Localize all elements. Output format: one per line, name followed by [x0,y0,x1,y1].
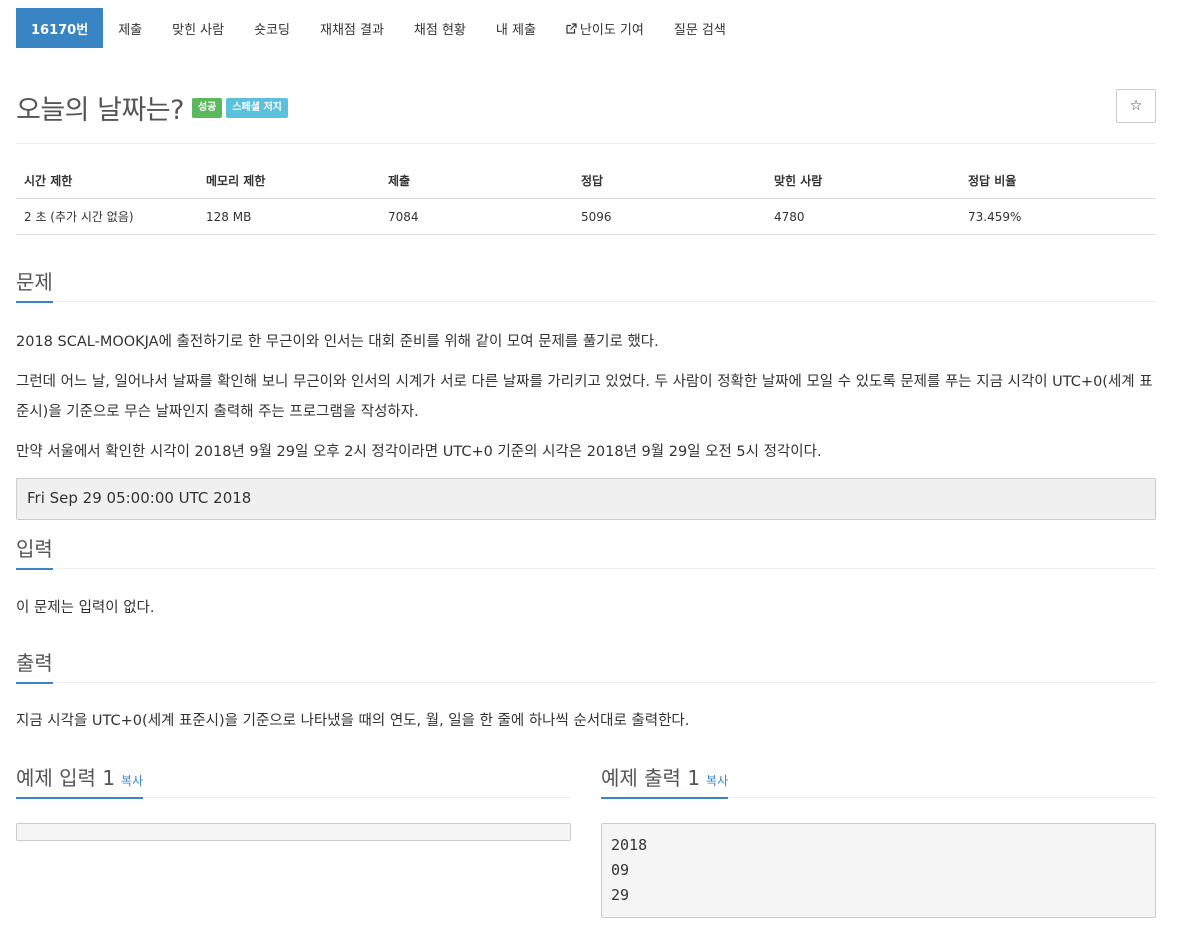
problem-page: 16170번 제출 맞힌 사람 숏코딩 재채점 결과 채점 현황 내 제출 난이… [0,0,1191,929]
sample-input-title-wrap: 예제 입력 1 복사 [16,762,144,799]
sample-input-box [16,823,571,841]
status-badge-success: 성공 [191,97,223,118]
stats-ratio: 73.459% [960,198,1156,235]
favorite-star-button[interactable]: ☆ [1116,89,1156,123]
input-section-title: 입력 [16,533,53,570]
stats-solvers: 4780 [766,198,960,235]
sample-output-title: 예제 출력 1 [601,766,701,790]
star-icon: ☆ [1129,98,1143,114]
problem-stats-table: 시간 제한 메모리 제한 제출 정답 맞힌 사람 정답 비율 2 초 (추가 시… [16,164,1156,235]
title-divider [16,143,1156,144]
sample-output-title-wrap: 예제 출력 1 복사 [601,762,729,799]
sample-output-header: 예제 출력 1 복사 [601,762,1156,799]
output-section-title: 출력 [16,647,53,684]
nav-tab-rejudge-results[interactable]: 재채점 결과 [305,8,399,48]
problem-nav: 16170번 제출 맞힌 사람 숏코딩 재채점 결과 채점 현황 내 제출 난이… [16,8,741,48]
problem-paragraph-2: 그런데 어느 날, 일어나서 날짜를 확인해 보니 무근이와 인서의 시계가 서… [16,374,1153,420]
stats-submissions: 7084 [380,198,573,235]
sample-input-copy-button[interactable]: 복사 [121,774,143,788]
sample-input-header: 예제 입력 1 복사 [16,762,571,799]
stats-accepted: 5096 [573,198,766,235]
problem-title-row: 오늘의 날짜는? 성공 스페셜 저지 [16,88,288,127]
problem-title: 오늘의 날짜는? [16,95,184,126]
nav-tab-my-submissions[interactable]: 내 제출 [481,8,551,48]
nav-tab-short-coding[interactable]: 숏코딩 [239,8,305,48]
nav-tab-submit[interactable]: 제출 [103,8,157,48]
nav-tab-judge-status[interactable]: 채점 현황 [399,8,481,48]
stats-time-limit: 2 초 (추가 시간 없음) [16,198,198,235]
nav-tab-difficulty-contribution-label: 난이도 기여 [579,22,644,38]
stats-header-memory-limit: 메모리 제한 [198,164,380,199]
problem-section-title: 문제 [16,266,53,303]
problem-code-example: Fri Sep 29 05:00:00 UTC 2018 [16,478,1156,520]
external-link-icon [566,22,577,34]
stats-header-submissions: 제출 [380,164,573,199]
sample-input-title: 예제 입력 1 [16,766,116,790]
problem-section-header: 문제 [16,266,1156,303]
output-description: 지금 시각을 UTC+0(세계 표준시)을 기준으로 나타냈을 때의 연도, 월… [16,713,690,729]
stats-header-accepted: 정답 [573,164,766,199]
nav-tab-difficulty-contribution[interactable]: 난이도 기여 [551,8,659,48]
problem-paragraph-1: 2018 SCAL-MOOKJA에 출전하기로 한 무근이와 인서는 대회 준비… [16,334,659,350]
stats-header-time-limit: 시간 제한 [16,164,198,199]
problem-paragraph-3: 만약 서울에서 확인한 시각이 2018년 9월 29일 오후 2시 정각이라면… [16,444,822,460]
nav-tab-solvers[interactable]: 맞힌 사람 [157,8,239,48]
nav-tab-problem-number[interactable]: 16170번 [16,8,104,48]
stats-value-row: 2 초 (추가 시간 없음) 128 MB 7084 5096 4780 73.… [16,198,1156,235]
sample-output-copy-button[interactable]: 복사 [706,774,728,788]
stats-header-solvers: 맞힌 사람 [766,164,960,199]
input-section-header: 입력 [16,533,1156,570]
stats-memory-limit: 128 MB [198,198,380,235]
status-badge-special-judge: 스페셜 저지 [226,97,288,118]
sample-output-box: 2018 09 29 [601,823,1156,918]
stats-header-row: 시간 제한 메모리 제한 제출 정답 맞힌 사람 정답 비율 [16,164,1156,199]
output-section-header: 출력 [16,647,1156,684]
input-description: 이 문제는 입력이 없다. [16,600,155,616]
nav-tab-question-search[interactable]: 질문 검색 [659,8,741,48]
stats-header-ratio: 정답 비율 [960,164,1156,199]
